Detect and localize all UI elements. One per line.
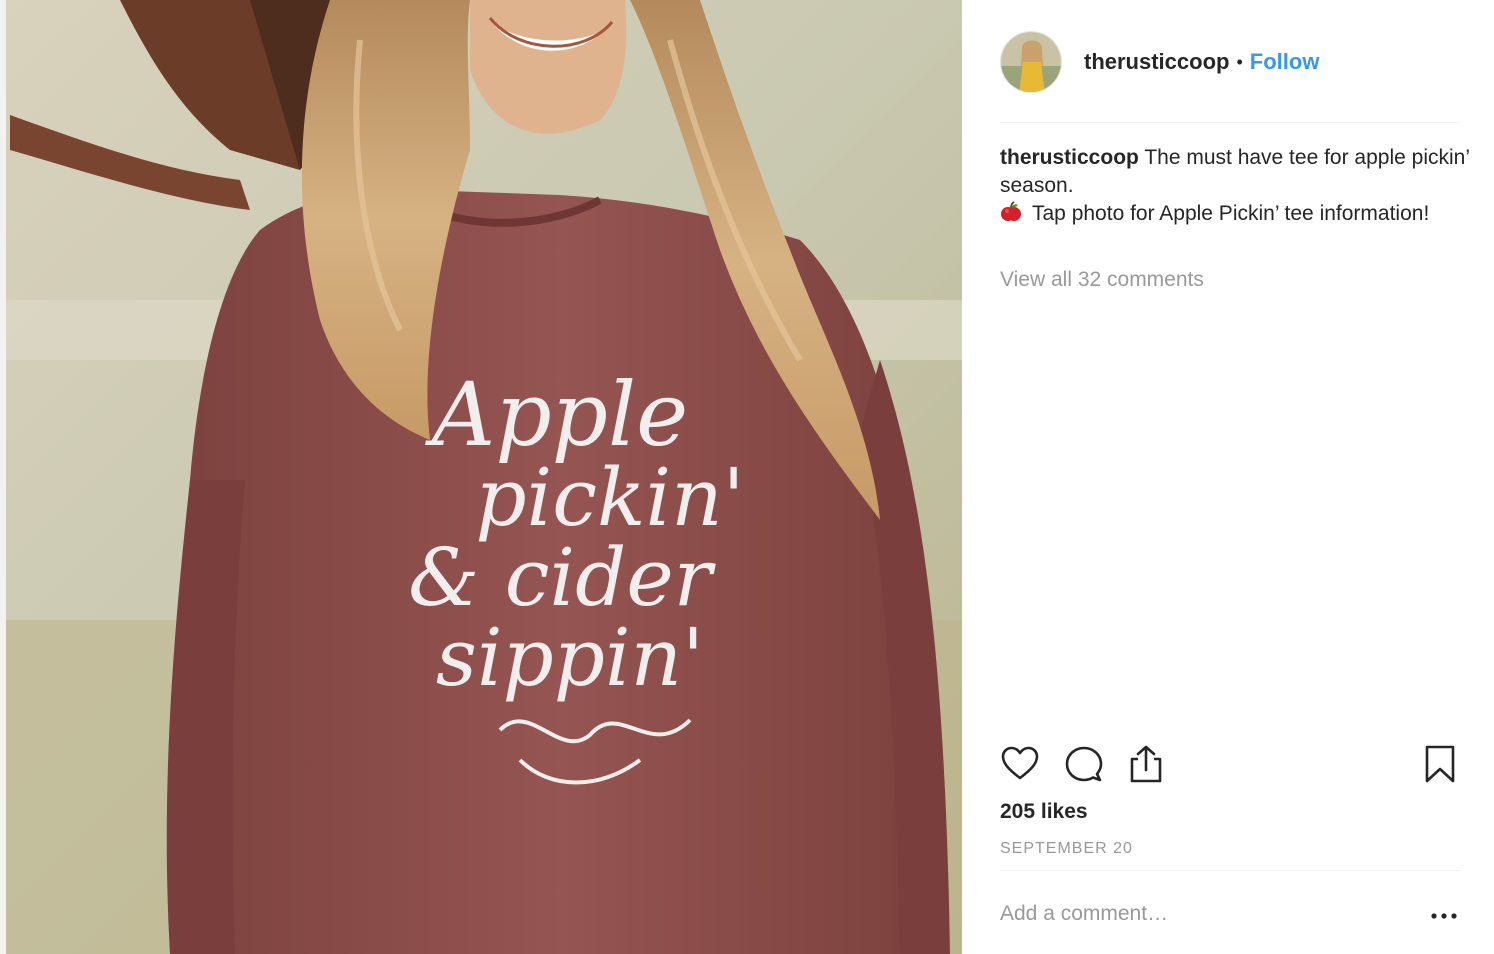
avatar[interactable] xyxy=(1000,31,1062,93)
post-photo-image: Apple pickin' & cider sippin' xyxy=(0,0,962,954)
post-photo[interactable]: Apple pickin' & cider sippin' xyxy=(0,0,962,954)
apple-emoji-icon xyxy=(1000,201,1022,231)
separator-dot: • xyxy=(1236,51,1243,72)
post-actions xyxy=(1000,744,1464,792)
add-comment-input[interactable]: Add a comment… xyxy=(1000,902,1400,926)
heart-icon[interactable] xyxy=(1000,744,1044,788)
caption-text-line2: Tap photo for Apple Pickin’ tee informat… xyxy=(1032,202,1430,225)
post-date[interactable]: SEPTEMBER 20 xyxy=(1000,840,1133,858)
like-count[interactable]: 205 likes xyxy=(1000,800,1088,824)
post-detail-panel: therusticcoop • Follow therusticcoop The… xyxy=(962,0,1494,954)
header-divider xyxy=(1000,122,1460,123)
post-caption: therusticcoop The must have tee for appl… xyxy=(1000,144,1470,231)
follow-button[interactable]: Follow xyxy=(1250,49,1320,75)
bookmark-icon[interactable] xyxy=(1420,744,1464,788)
shirt-print-line-4: sippin' xyxy=(436,611,704,704)
post-header: therusticcoop • Follow xyxy=(1000,30,1460,94)
share-icon[interactable] xyxy=(1126,744,1170,788)
view-all-comments-link[interactable]: View all 32 comments xyxy=(1000,268,1204,292)
caption-username[interactable]: therusticcoop xyxy=(1000,146,1139,169)
more-options-icon[interactable] xyxy=(1428,906,1460,926)
comment-icon[interactable] xyxy=(1064,744,1108,788)
comment-divider xyxy=(1000,870,1460,871)
post-username[interactable]: therusticcoop xyxy=(1084,49,1229,75)
